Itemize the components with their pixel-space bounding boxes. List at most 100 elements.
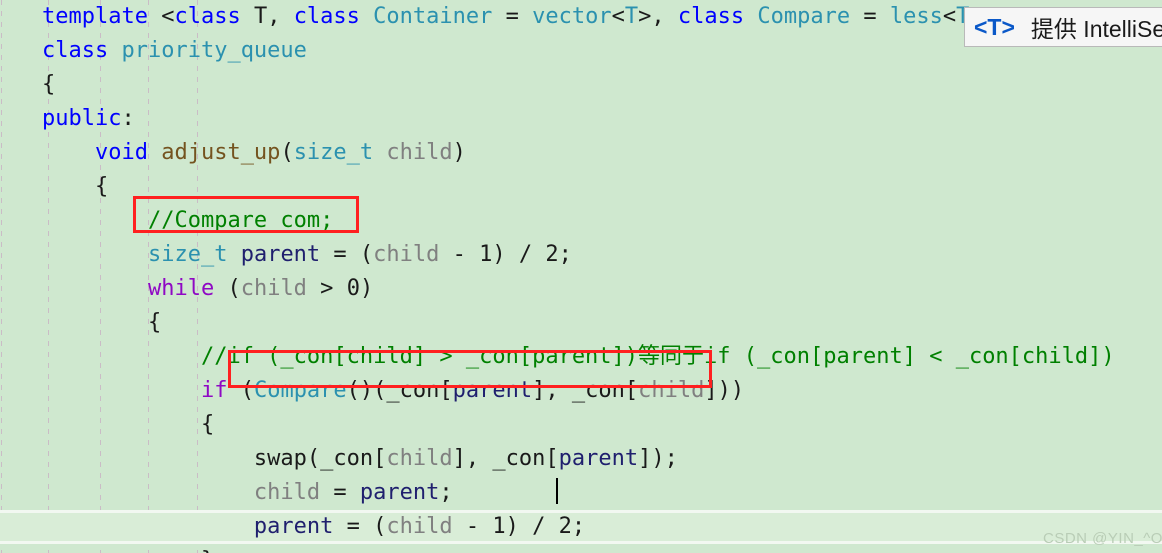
code-token: class xyxy=(293,4,360,29)
code-token: child xyxy=(240,276,307,301)
code-token: ) / xyxy=(492,242,546,267)
code-token: } xyxy=(42,548,214,553)
code-token: child xyxy=(373,242,440,267)
code-token: 2 xyxy=(558,514,572,539)
code-token: void xyxy=(94,140,148,165)
code-token: _con xyxy=(386,378,440,403)
code-line[interactable]: swap(_con[child], _con[parent]); xyxy=(0,442,1162,476)
code-token: = ( xyxy=(333,514,387,539)
code-token: if xyxy=(200,378,228,403)
code-token: [ xyxy=(624,378,639,403)
text-caret xyxy=(556,478,558,504)
code-token: swap xyxy=(253,446,307,471)
code-token: size_t xyxy=(293,140,374,165)
code-token: < xyxy=(942,4,957,29)
code-token: class xyxy=(42,38,109,63)
tooltip-parameter-label: <T> xyxy=(974,13,1015,40)
code-token: vector xyxy=(532,4,612,29)
code-token: ; xyxy=(558,242,572,267)
intellisense-tooltip: <T> 提供 IntelliSe xyxy=(964,7,1162,47)
code-token: < xyxy=(161,4,175,29)
code-token: ]); xyxy=(638,446,678,471)
code-token: child xyxy=(386,446,453,471)
code-token: { xyxy=(42,72,56,97)
code-token: child xyxy=(253,480,321,505)
code-token: T, xyxy=(240,4,294,29)
code-line[interactable]: void adjust_up(size_t child) xyxy=(0,136,1162,170)
code-token: ( xyxy=(227,378,254,403)
code-token: parent xyxy=(253,514,334,539)
code-line[interactable]: child = parent; xyxy=(0,476,1162,510)
code-line[interactable]: { xyxy=(0,68,1162,102)
code-token: //if (_con[child] > _con[parent])等同于if (… xyxy=(200,344,1115,369)
code-token: [ xyxy=(439,378,453,403)
code-token: priority_queue xyxy=(121,38,307,63)
code-token: //Compare com; xyxy=(147,208,334,233)
code-token: class xyxy=(174,4,241,29)
code-token: ) xyxy=(452,140,466,165)
code-token: parent xyxy=(452,378,533,403)
code-token: _con xyxy=(492,446,546,471)
code-token: ], xyxy=(452,446,493,471)
code-line[interactable]: { xyxy=(0,408,1162,442)
code-token: less xyxy=(889,4,943,29)
code-token: child xyxy=(638,378,705,403)
code-token: { xyxy=(42,310,162,335)
code-line[interactable]: { xyxy=(0,306,1162,340)
code-line[interactable]: public: xyxy=(0,102,1162,136)
code-line[interactable]: if (Compare()(_con[parent], _con[child])… xyxy=(0,374,1162,408)
code-text-area[interactable]: template <class T, class Container = vec… xyxy=(0,0,1162,553)
code-token: 2 xyxy=(545,242,559,267)
code-token: ])) xyxy=(704,378,745,403)
code-token: parent xyxy=(558,446,639,471)
code-token: _con xyxy=(320,446,374,471)
code-line[interactable]: } xyxy=(0,544,1162,553)
code-token: { xyxy=(42,412,215,437)
code-token: child xyxy=(386,140,453,165)
code-token: ; xyxy=(439,480,453,505)
code-token: { xyxy=(42,174,109,199)
code-token: class xyxy=(677,4,745,29)
code-token: : xyxy=(121,106,135,131)
code-token: ( xyxy=(306,446,321,471)
code-token: < xyxy=(611,4,625,29)
code-token: [ xyxy=(373,446,387,471)
code-token: - xyxy=(452,514,493,539)
code-line[interactable]: parent = (child - 1) / 2; xyxy=(0,510,1162,544)
code-token: [ xyxy=(545,446,559,471)
code-token: > xyxy=(306,276,347,301)
code-token: = xyxy=(320,480,360,505)
code-token: while xyxy=(147,276,215,301)
code-line[interactable]: while (child > 0) xyxy=(0,272,1162,306)
csdn-watermark: CSDN @YIN_^O^ xyxy=(1043,530,1162,547)
tooltip-description: 提供 IntelliSe xyxy=(1030,16,1162,42)
code-token: 1 xyxy=(479,242,493,267)
code-token: child xyxy=(386,514,453,539)
code-token: template xyxy=(42,4,162,29)
code-line[interactable]: { xyxy=(0,170,1162,204)
code-token: Compare xyxy=(253,378,347,403)
code-line[interactable]: //if (_con[child] > _con[parent])等同于if (… xyxy=(0,340,1162,374)
code-token: ) / xyxy=(505,514,559,539)
code-token: = xyxy=(492,4,533,29)
code-token: parent xyxy=(359,480,440,505)
code-token: size_t xyxy=(147,242,228,267)
code-token: 0 xyxy=(346,276,360,301)
code-line[interactable]: size_t parent = (child - 1) / 2; xyxy=(0,238,1162,272)
code-token: = ( xyxy=(320,242,374,267)
code-token: ) xyxy=(359,276,374,301)
code-token: ( xyxy=(214,276,241,301)
code-token: public xyxy=(42,106,122,131)
code-line[interactable]: //Compare com; xyxy=(0,204,1162,238)
